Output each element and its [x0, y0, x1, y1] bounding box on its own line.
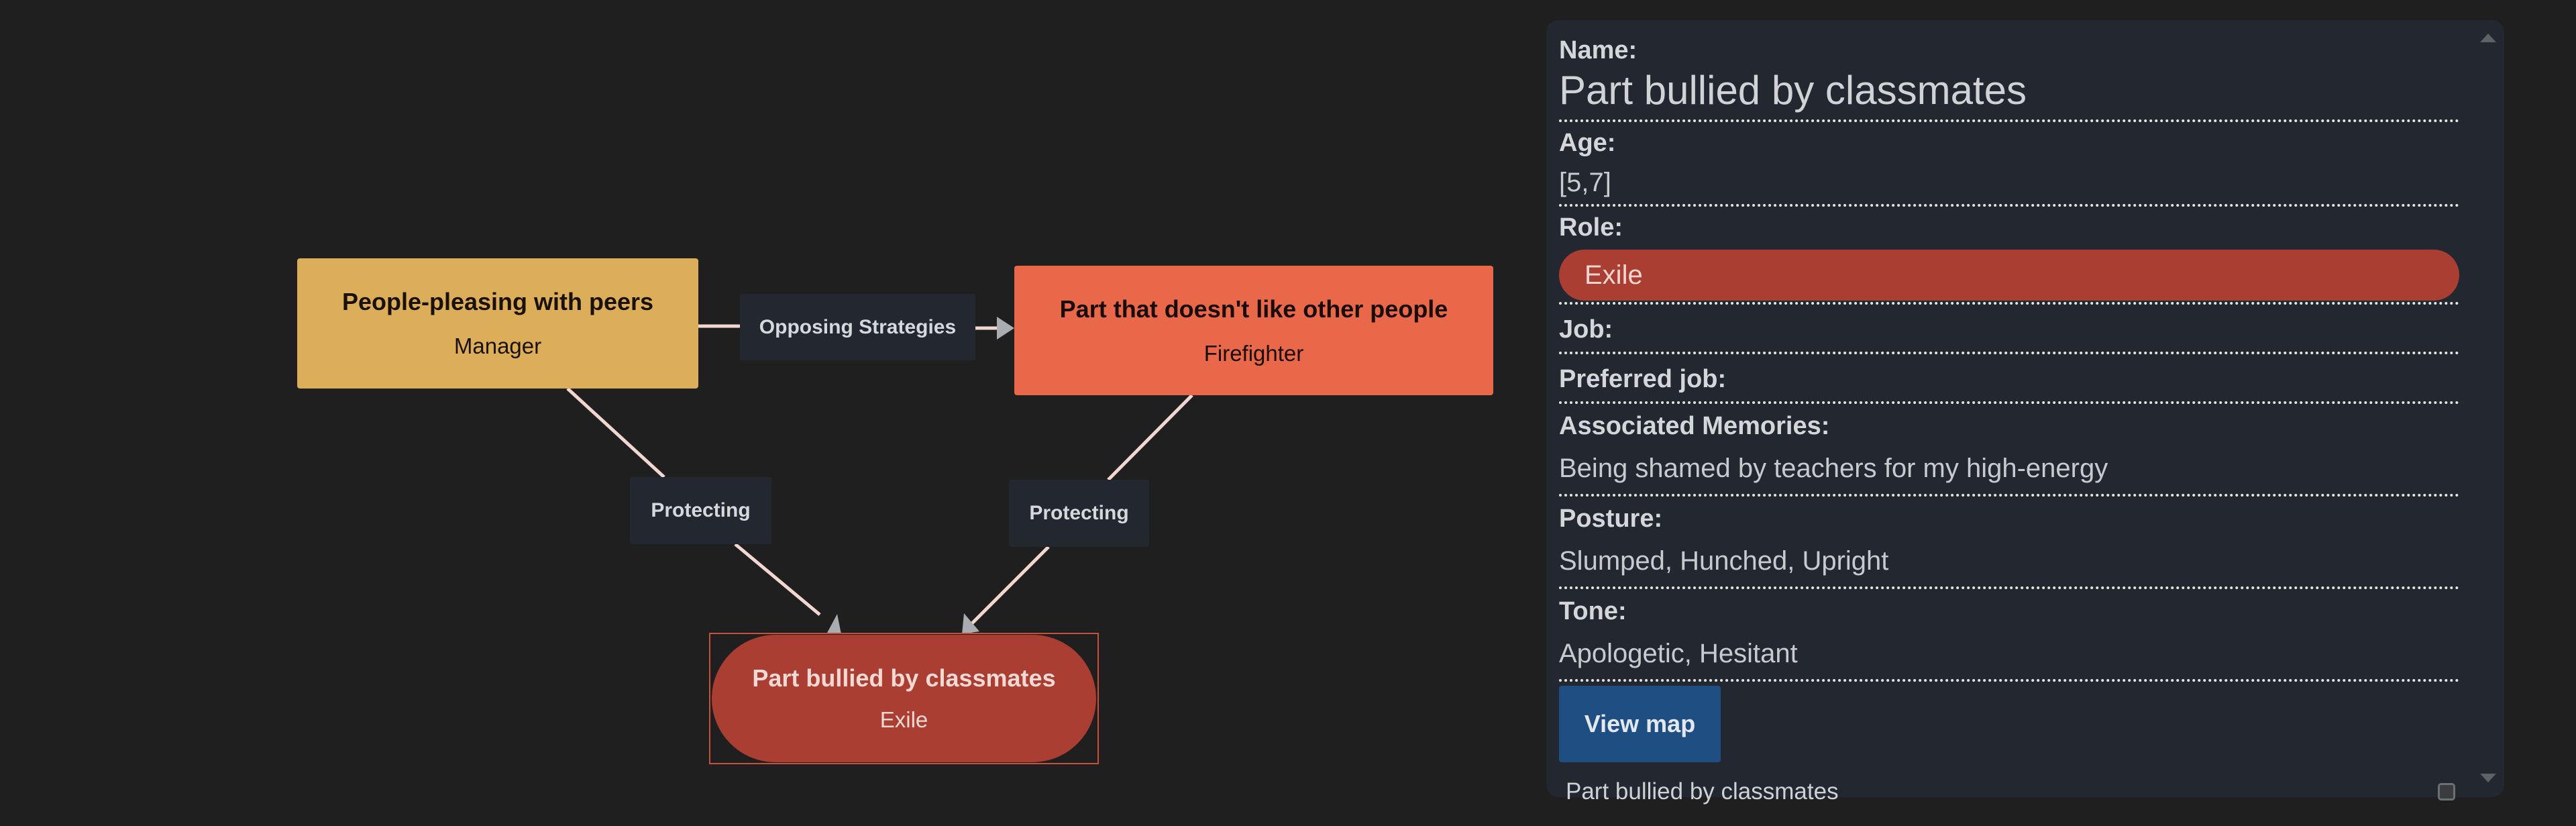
tone-field: Tone: Apologetic, Hesitant: [1559, 589, 2459, 682]
name-value[interactable]: Part bullied by classmates: [1559, 66, 2459, 119]
footer-part-name: Part bullied by classmates: [1566, 778, 1839, 805]
age-value[interactable]: [5,7]: [1559, 158, 2459, 204]
edge-label-protecting[interactable]: Protecting: [630, 477, 771, 544]
view-map-button[interactable]: View map: [1559, 686, 1721, 762]
scroll-up-arrow-icon[interactable]: [2480, 34, 2496, 42]
edge-label-opposing-strategies[interactable]: Opposing Strategies: [740, 294, 975, 360]
edge-label-protecting[interactable]: Protecting: [1009, 480, 1149, 547]
preferred-job-field[interactable]: Preferred job:: [1559, 354, 2459, 404]
node-firefighter[interactable]: Part that doesn't like other people Fire…: [1014, 266, 1493, 395]
memories-value[interactable]: Being shamed by teachers for my high-ene…: [1559, 442, 2459, 494]
name-label: Name:: [1559, 36, 1638, 64]
memories-field: Associated Memories: Being shamed by tea…: [1559, 404, 2459, 497]
node-role: Exile: [879, 707, 928, 732]
tone-value[interactable]: Apologetic, Hesitant: [1559, 627, 2459, 679]
scroll-down-arrow-icon[interactable]: [2480, 774, 2496, 782]
memories-label: Associated Memories:: [1559, 412, 1830, 440]
tone-label: Tone:: [1559, 597, 1627, 625]
job-label: Job:: [1559, 315, 1613, 344]
name-field: Name: Part bullied by classmates: [1559, 34, 2459, 122]
job-field[interactable]: Job:: [1559, 305, 2459, 354]
parts-map-canvas[interactable]: People-pleasing with peers Manager Part …: [0, 0, 1536, 826]
edge-line: [969, 546, 1050, 627]
edge-line: [566, 387, 665, 478]
part-details-panel: Name: Part bullied by classmates Age: [5…: [1546, 20, 2504, 805]
node-manager[interactable]: People-pleasing with peers Manager: [297, 258, 698, 389]
arrowhead-icon: [826, 614, 841, 634]
posture-value[interactable]: Slumped, Hunched, Upright: [1559, 534, 2459, 586]
edge-line: [1107, 394, 1193, 481]
node-exile[interactable]: Part bullied by classmates Exile: [712, 635, 1096, 762]
age-label: Age:: [1559, 129, 1616, 157]
arrowhead-icon: [997, 317, 1014, 340]
node-title: Part bullied by classmates: [752, 664, 1056, 692]
role-select[interactable]: Exile: [1559, 250, 2459, 301]
footer-checkbox[interactable]: [2438, 783, 2455, 801]
edge-line: [734, 543, 821, 616]
role-field: Role: Exile: [1559, 207, 2459, 305]
node-role: Manager: [453, 333, 542, 358]
preferred-job-label: Preferred job:: [1559, 365, 1727, 393]
node-title: People-pleasing with peers: [341, 288, 654, 315]
posture-label: Posture:: [1559, 505, 1663, 533]
age-field: Age: [5,7]: [1559, 122, 2459, 207]
footer-row: Part bullied by classmates: [1559, 778, 2459, 805]
posture-field: Posture: Slumped, Hunched, Upright: [1559, 497, 2459, 589]
node-role: Firefighter: [1203, 340, 1304, 366]
role-label: Role:: [1559, 213, 1623, 242]
node-title: Part that doesn't like other people: [1059, 295, 1448, 323]
